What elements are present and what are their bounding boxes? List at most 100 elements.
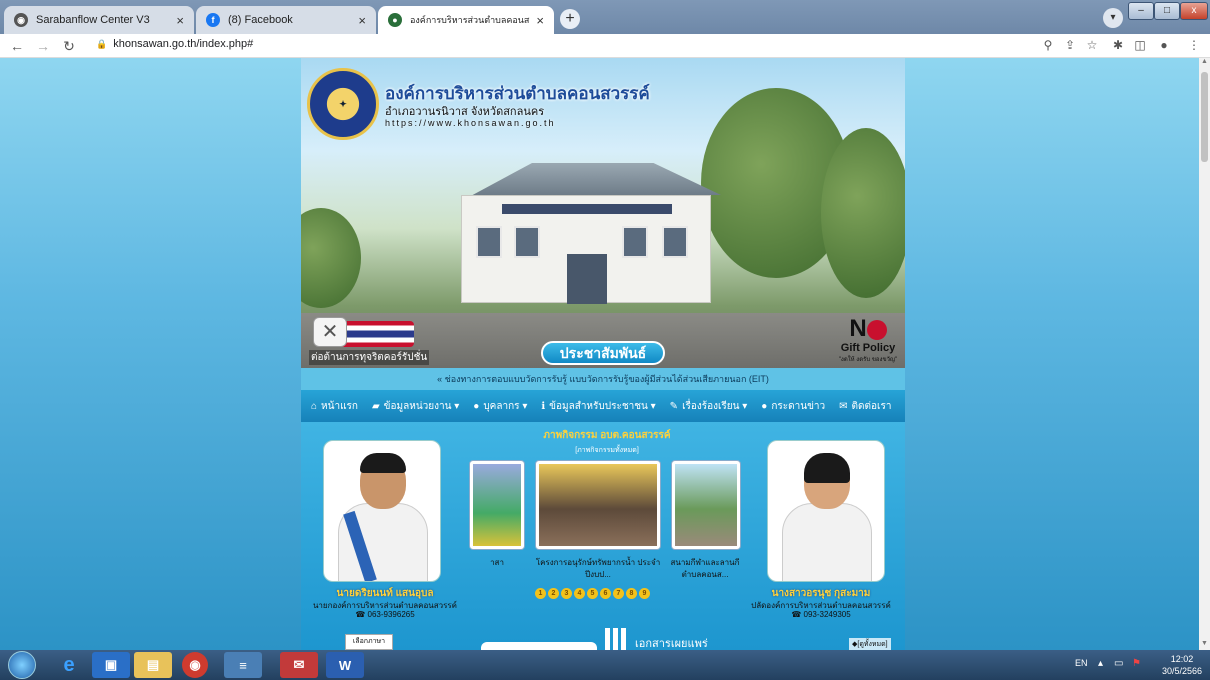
page-viewport: ✦ องค์การบริหารส่วนตำบลคอนสวรรค์ อำเภอวา… <box>0 58 1199 650</box>
new-tab-button[interactable]: + <box>560 9 580 29</box>
menu-label: กระดานข่าว <box>771 400 826 412</box>
page-scrollbar[interactable]: ▲ ▼ <box>1199 58 1210 650</box>
pr-heading: ประชาสัมพันธ์ <box>541 341 665 365</box>
close-window-button[interactable]: x <box>1180 2 1208 20</box>
docs-search-box[interactable] <box>481 642 597 650</box>
address-text: khonsawan.go.th/index.php# <box>113 38 254 50</box>
thai-flag-icon <box>339 321 414 347</box>
profile-icon[interactable]: ● <box>1156 38 1172 52</box>
scrollbar-thumb[interactable] <box>1201 72 1208 162</box>
menu-personnel[interactable]: ● บุคลากร ▾ <box>473 399 527 414</box>
menu-complaints[interactable]: ✎ เรื่องร้องเรียน ▾ <box>670 399 748 414</box>
menu-label: ติดต่อเรา <box>851 400 892 412</box>
gift-policy-subtitle: "งดให้ งดรับ ของขวัญ" <box>838 357 898 363</box>
folder-icon: ▰ <box>371 400 380 412</box>
clock-date: 30/5/2566 <box>1161 666 1203 676</box>
ie-icon[interactable]: e <box>50 652 88 678</box>
app-icon[interactable]: ≡ <box>224 652 262 678</box>
mayor-photo[interactable] <box>323 440 441 582</box>
page-dot[interactable]: 1 <box>535 588 546 599</box>
input-language[interactable]: EN <box>1075 658 1088 668</box>
media-icon[interactable]: ▣ <box>92 652 130 678</box>
page-dot[interactable]: 3 <box>561 588 572 599</box>
back-icon[interactable]: ← <box>8 37 26 55</box>
close-tab-icon[interactable]: × <box>536 13 544 28</box>
deputy-photo[interactable] <box>767 440 885 582</box>
gallery-all-link[interactable]: [ภาพกิจกรรมทั้งหมด] <box>557 445 657 456</box>
close-tab-icon[interactable]: × <box>358 13 366 28</box>
address-bar[interactable]: 🔒 khonsawan.go.th/index.php# <box>96 38 253 50</box>
gallery-thumbnail[interactable] <box>469 460 525 550</box>
page-dot[interactable]: 7 <box>613 588 624 599</box>
menu-contact[interactable]: ✉ ติดต่อเรา <box>839 399 891 414</box>
tab-facebook[interactable]: f (8) Facebook × <box>196 6 376 34</box>
address-toolbar: ← → ↻ 🔒 khonsawan.go.th/index.php# ⚲ ⇪ ☆ … <box>0 34 1210 58</box>
action-center-icon[interactable]: ⚑ <box>1132 658 1141 669</box>
site-container: ✦ องค์การบริหารส่วนตำบลคอนสวรรค์ อำเภอวา… <box>301 58 905 650</box>
menu-home[interactable]: ⌂ หน้าแรก <box>311 399 358 414</box>
chrome-icon[interactable]: ◉ <box>182 652 208 678</box>
main-content: นายดริยนนท์ แสนอุบล นายกองค์การบริหารส่ว… <box>301 422 905 650</box>
gallery-caption[interactable]: โครงการอนุรักษ์ทรัพยากรน้ำ ประจำปีงบป... <box>535 557 661 581</box>
tab-search-icon[interactable]: ▾ <box>1103 8 1123 28</box>
start-button[interactable] <box>8 651 36 679</box>
eit-marquee[interactable]: « ช่องทางการตอบแบบวัดการรับรู้ แบบวัดการ… <box>301 368 905 390</box>
page-dot[interactable]: 8 <box>626 588 637 599</box>
main-menu: ⌂ หน้าแรก ▰ ข้อมูลหน่วยงาน ▾ ● บุคลากร ▾ ℹข… <box>301 390 905 422</box>
no-gift-policy-badge[interactable]: N Gift Policy "งดให้ งดรับ ของขวัญ" <box>833 316 903 366</box>
close-tab-icon[interactable]: × <box>176 13 184 28</box>
sidepanel-icon[interactable]: ◫ <box>1132 38 1148 52</box>
user-icon: ● <box>473 400 480 412</box>
all-docs-link[interactable]: ◆[ดูทั้งหมด] <box>849 638 891 650</box>
header-banner: ✦ องค์การบริหารส่วนตำบลคอนสวรรค์ อำเภอวา… <box>301 58 905 368</box>
gallery-pager: 1 2 3 4 5 6 7 8 9 <box>535 588 650 599</box>
menu-icon[interactable]: ⋮ <box>1186 38 1202 52</box>
windows-taskbar: e ▣ ▤ ◉ ≡ ✉ W EN ▴ ▭ ⚑ 12:02 30/5/2566 <box>0 650 1210 680</box>
reload-icon[interactable]: ↻ <box>60 37 78 55</box>
language-select[interactable]: เลือกภาษา <box>345 634 393 650</box>
tray-expand-icon[interactable]: ▴ <box>1098 658 1103 669</box>
gallery-caption[interactable]: สนามกีฬาและลานกี ตำบลคอนส... <box>669 557 741 581</box>
page-dot[interactable]: 4 <box>574 588 585 599</box>
scroll-down-icon[interactable]: ▼ <box>1199 640 1210 647</box>
page-dot[interactable]: 5 <box>587 588 598 599</box>
minimize-button[interactable]: – <box>1128 2 1154 20</box>
tree-image <box>301 208 361 308</box>
share-icon[interactable]: ⇪ <box>1062 38 1078 52</box>
office-building-image <box>451 163 721 304</box>
menu-label: ข้อมูลหน่วยงาน ▾ <box>383 400 460 412</box>
gallery-thumbnail[interactable] <box>671 460 741 550</box>
zoom-icon[interactable]: ⚲ <box>1040 38 1056 52</box>
forward-icon[interactable]: → <box>34 37 52 55</box>
gallery-thumbnail[interactable] <box>535 460 661 550</box>
tab-khonsawan[interactable]: ● องค์การบริหารส่วนตำบลคอนสวรรค์ (อ × <box>378 6 554 34</box>
scroll-up-icon[interactable]: ▲ <box>1199 58 1210 65</box>
explorer-icon[interactable]: ▤ <box>134 652 172 678</box>
site-url: https://www.khonsawan.go.th <box>385 118 556 128</box>
extensions-icon[interactable]: ✱ <box>1110 38 1126 52</box>
mail-app-icon[interactable]: ✉ <box>280 652 318 678</box>
bookmark-star-icon[interactable]: ☆ <box>1084 38 1100 52</box>
org-logo[interactable]: ✦ <box>307 68 379 140</box>
clock-time: 12:02 <box>1170 654 1194 664</box>
gallery-caption[interactable]: าสา <box>469 557 525 569</box>
page-dot[interactable]: 6 <box>600 588 611 599</box>
menu-label: ข้อมูลสำหรับประชาชน ▾ <box>549 400 656 412</box>
no-gift-icon <box>866 319 887 340</box>
menu-webboard[interactable]: ● กระดานข่าว <box>761 399 825 414</box>
globe-icon: ◉ <box>14 13 28 27</box>
docs-title: เอกสารเผยแพร่ <box>635 638 708 650</box>
menu-agency-info[interactable]: ▰ ข้อมูลหน่วยงาน ▾ <box>372 399 459 414</box>
menu-public-info[interactable]: ℹ ข้อมูลสำหรับประชาชน ▾ <box>541 399 655 414</box>
lock-icon: 🔒 <box>96 39 108 49</box>
maximize-button[interactable]: □ <box>1154 2 1180 20</box>
page-dot[interactable]: 2 <box>548 588 559 599</box>
menu-label: หน้าแรก <box>321 400 358 412</box>
page-dot[interactable]: 9 <box>639 588 650 599</box>
home-icon: ⌂ <box>311 400 318 412</box>
network-icon[interactable]: ▭ <box>1114 658 1123 669</box>
word-icon[interactable]: W <box>326 652 364 678</box>
system-clock[interactable]: 12:02 30/5/2566 <box>1160 653 1204 677</box>
edit-icon: ✎ <box>669 400 679 412</box>
tab-sarabanflow[interactable]: ◉ Sarabanflow Center V3 × <box>4 6 194 34</box>
